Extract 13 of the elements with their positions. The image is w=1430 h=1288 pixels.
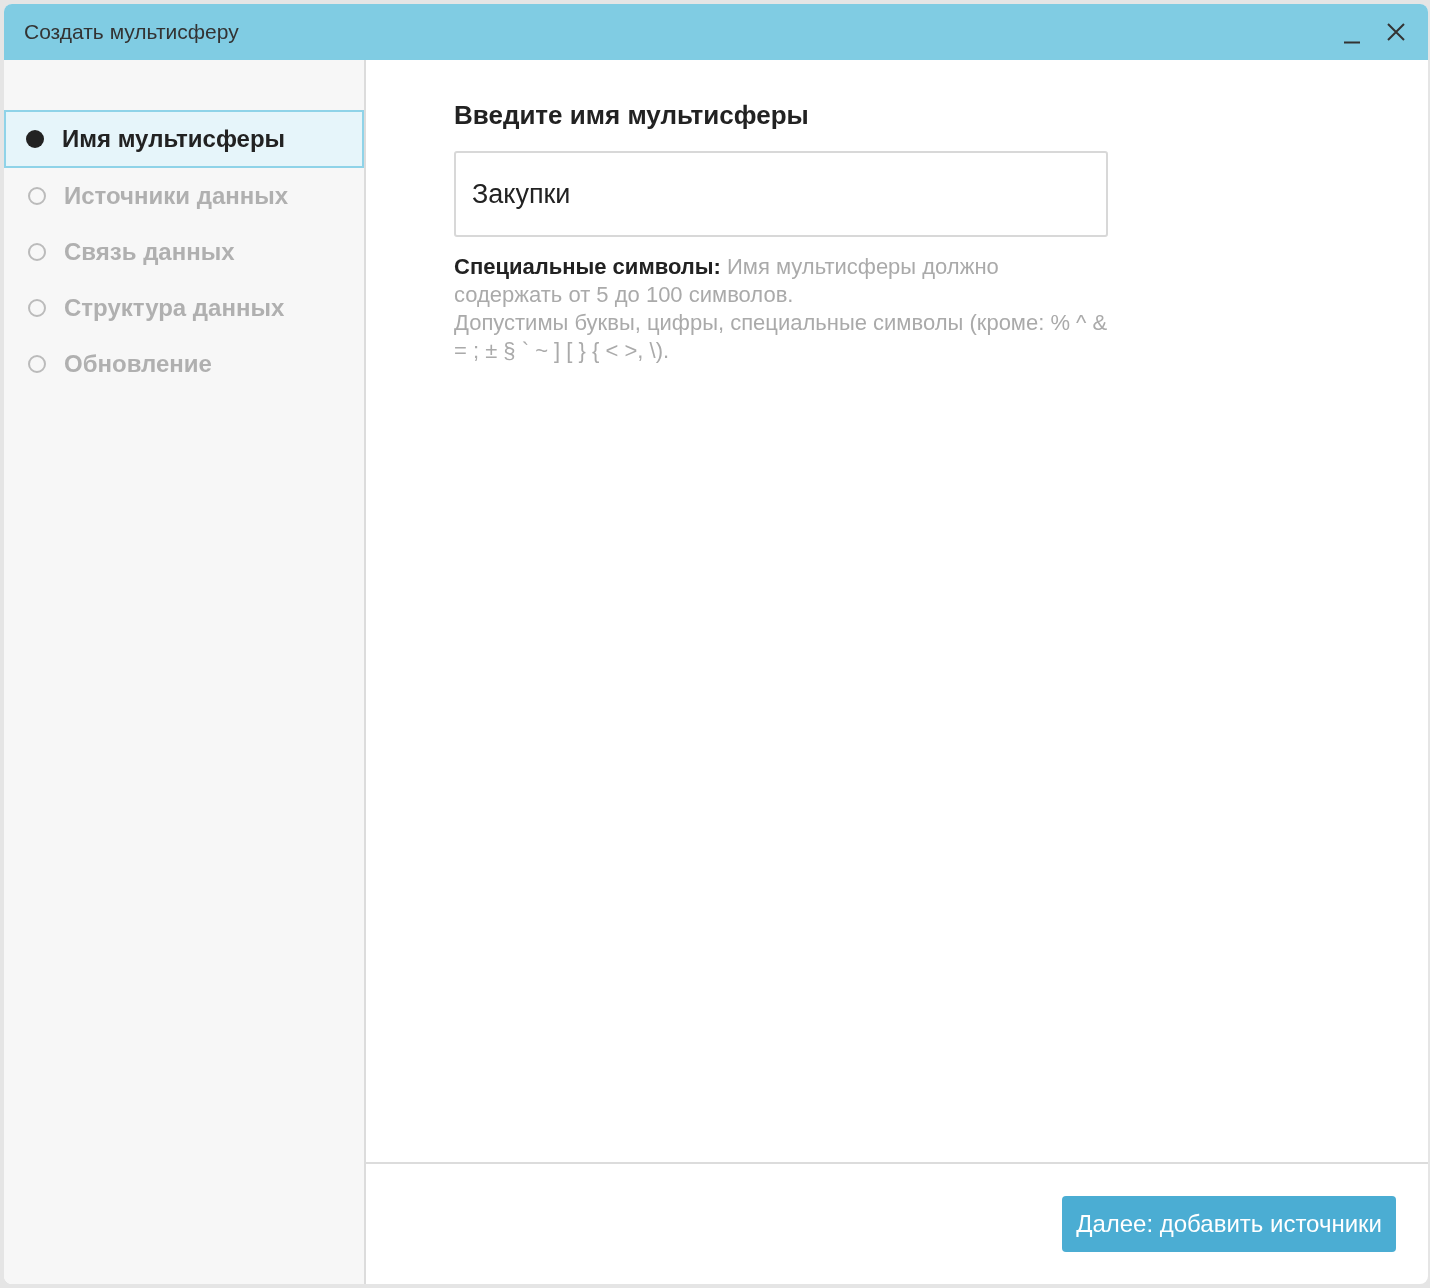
step-item[interactable]: Имя мультисферы [4, 110, 364, 168]
form-heading: Введите имя мультисферы [454, 99, 810, 132]
step-item[interactable]: Структура данных [4, 280, 364, 336]
step-item[interactable]: Обновление [4, 336, 364, 392]
help-text: Специальные символы: Имя мультисферы должно содержать от 5 до 100 символов. [454, 253, 1000, 309]
window-title: Создать мультисферу [24, 19, 240, 46]
minimize-icon [1344, 41, 1360, 44]
step-item[interactable]: Источники данных [4, 168, 364, 224]
step-item[interactable]: Связь данных [4, 224, 364, 280]
close-icon [1387, 23, 1405, 41]
name-input-field[interactable]: Закупки [454, 151, 1108, 237]
help-text: Допустимы буквы, цифры, специальные символы (кроме: % ^ & = ; ± § ` ~ ] [ } { < >, \). [454, 309, 1108, 365]
next-button[interactable]: Далее: добавить источники [1062, 1196, 1396, 1252]
